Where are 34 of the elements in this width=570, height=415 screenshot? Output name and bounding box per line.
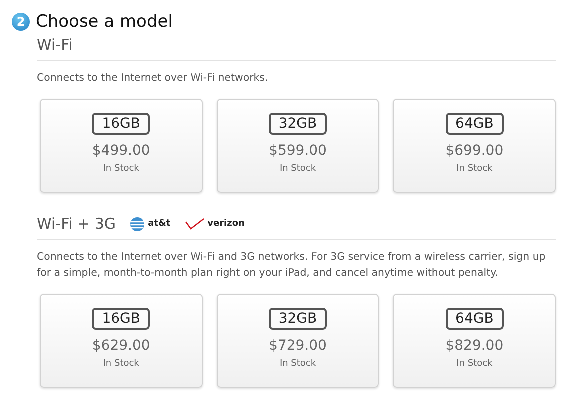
capacity-label: 64GB [446,113,504,135]
stock-status: In Stock [280,359,316,369]
page-title: Choose a model [36,12,173,32]
checkmark-icon [184,218,205,230]
stock-status: In Stock [103,359,140,369]
price: $629.00 [92,338,150,354]
price: $699.00 [446,143,504,159]
price: $729.00 [269,338,327,354]
step-number: 2 [12,13,30,31]
capacity-label: 64GB [446,308,504,330]
carrier-logo: at&t [148,219,171,229]
model-card[interactable]: 32GB $729.00 In Stock [216,294,380,388]
model-card[interactable]: 16GB $629.00 In Stock [40,294,203,388]
section-title: Wi-Fi [37,36,73,54]
section-title: Wi-Fi + 3G [37,215,116,233]
model-card[interactable]: 64GB $699.00 In Stock [393,99,556,193]
model-card[interactable]: 16GB $499.00 In Stock [40,99,203,193]
price: $829.00 [446,338,504,354]
globe-icon [130,216,146,232]
section-description: Connects to the Internet over Wi-Fi and 3G networks. For 3G service from a wireless carrier, sign up for a simple, month-to-month plan right on your iPad, and cancel anytime without penalty. [37,251,547,281]
section-description: Connects to the Internet over Wi-Fi networks. [37,72,270,86]
carrier-logo: verizon [208,219,245,229]
price: $499.00 [92,143,150,159]
capacity-label: 16GB [92,308,150,330]
stock-status: In Stock [456,164,493,174]
model-card[interactable]: 32GB $599.00 In Stock [216,99,380,193]
model-card[interactable]: 64GB $829.00 In Stock [393,294,556,388]
price: $599.00 [269,143,327,159]
capacity-label: 32GB [268,113,328,135]
stock-status: In Stock [280,164,316,174]
capacity-label: 32GB [268,308,328,330]
stock-status: In Stock [103,164,140,174]
stock-status: In Stock [456,359,493,369]
capacity-label: 16GB [92,113,150,135]
